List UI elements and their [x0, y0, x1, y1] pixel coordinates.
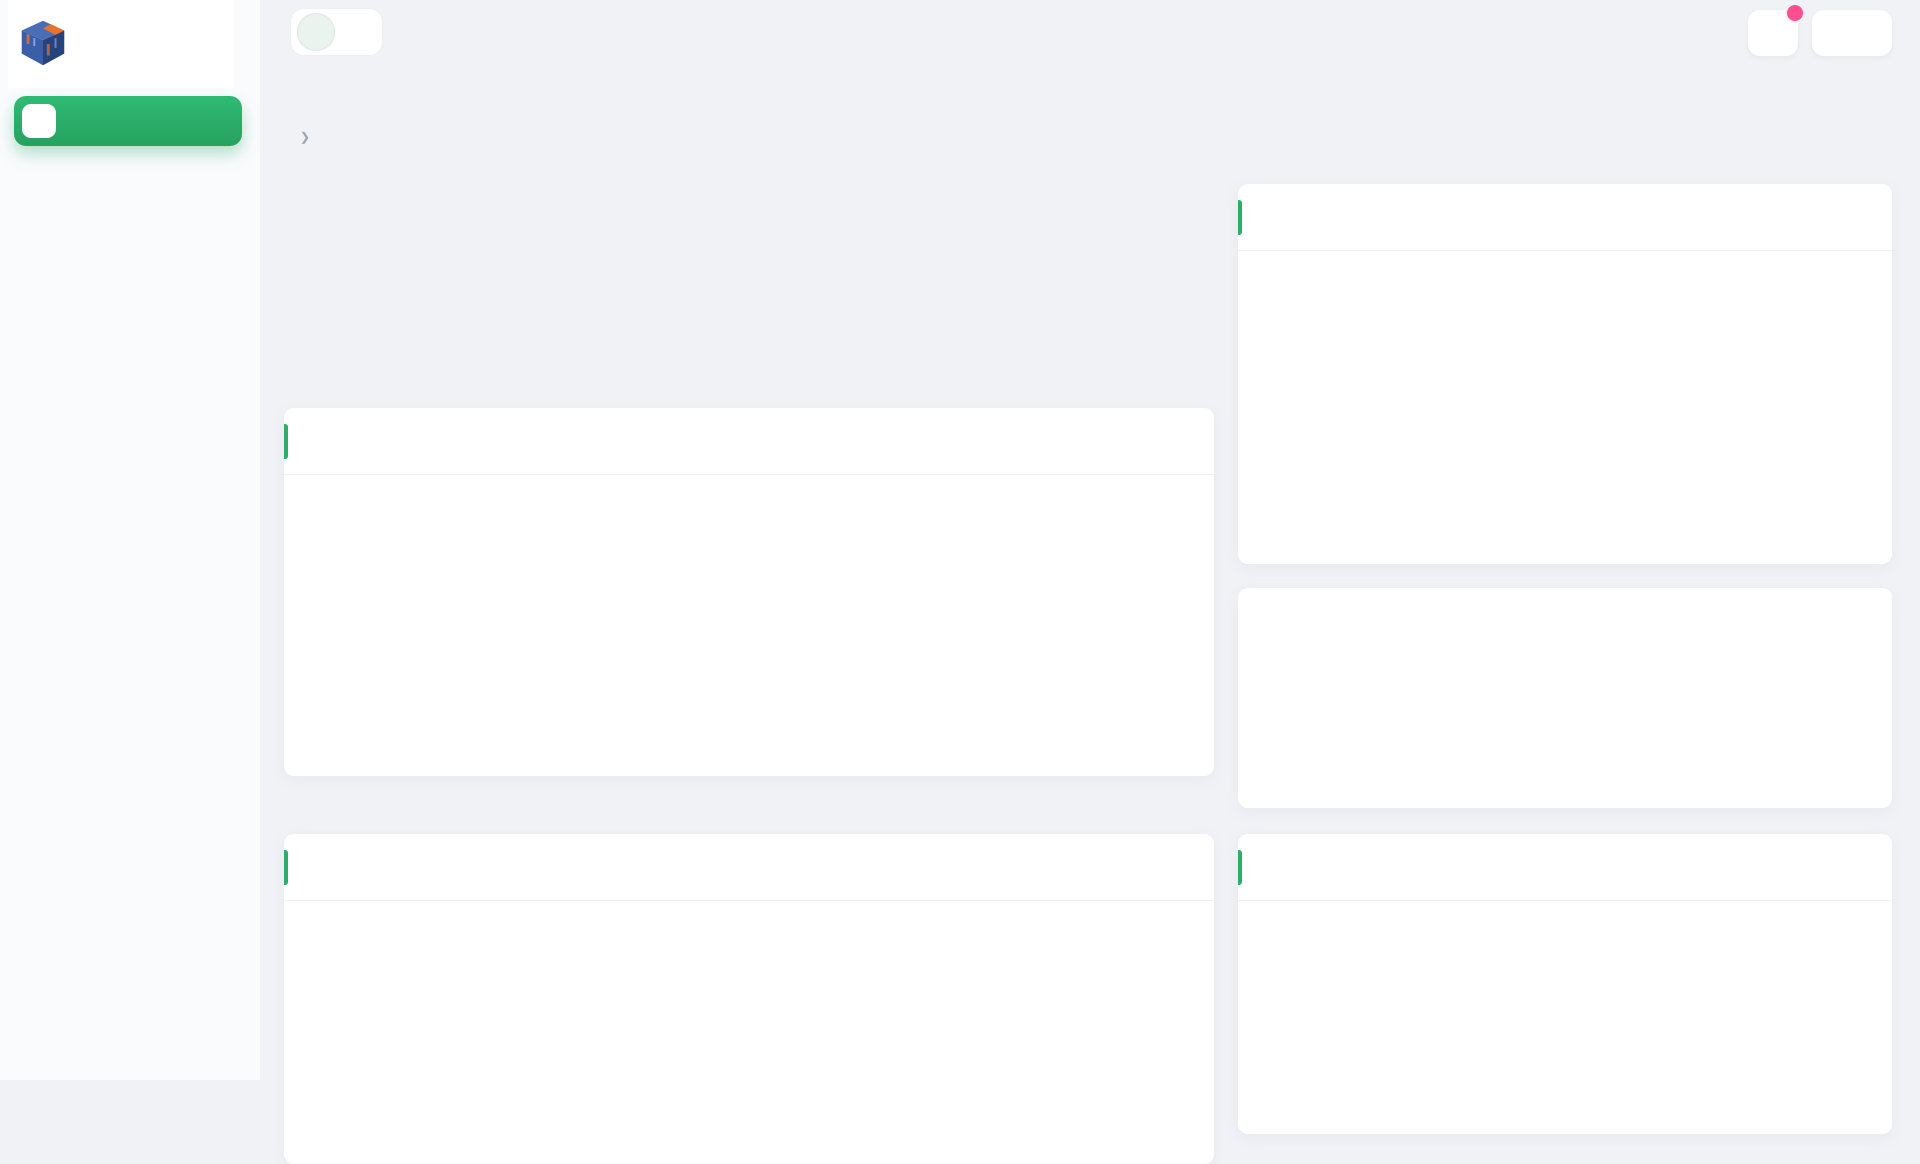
card-header: [284, 834, 1214, 901]
income-vs-expense-card: [1238, 588, 1892, 808]
chevron-down-icon: [355, 26, 368, 39]
company-switcher[interactable]: [290, 8, 383, 56]
chat-badge: [1785, 3, 1805, 23]
card-header: [284, 408, 1214, 475]
income-by-category-donut-chart: [1412, 922, 1562, 1072]
breadcrumb: ❯: [290, 130, 320, 144]
language-selector[interactable]: [1812, 10, 1892, 56]
card-header: [1238, 834, 1892, 901]
account-balance-card: [284, 408, 1214, 776]
messages-button[interactable]: [1748, 3, 1805, 56]
cube-logo-icon: [21, 20, 65, 66]
donut-hole: [1433, 943, 1541, 1051]
sidebar-item-dashboard[interactable]: [14, 96, 242, 146]
brand-logo[interactable]: [8, 0, 234, 88]
income-expense-card: [284, 834, 1214, 1164]
income-expense-bar-chart: [296, 902, 1202, 1162]
card-header: [1238, 184, 1892, 251]
chevron-down-icon: [214, 114, 228, 128]
breadcrumb-separator-icon: ❯: [300, 130, 311, 144]
cashflow-area-chart: [1250, 266, 1880, 556]
main-content: ❯: [260, 0, 1920, 1164]
topbar-actions: [1748, 3, 1892, 56]
income-vs-expense-tiles: [1238, 613, 1892, 631]
home-icon: [22, 104, 56, 138]
card-title: [1238, 588, 1892, 613]
income-by-category-card: [1238, 834, 1892, 1134]
app: ❯: [0, 0, 1920, 1164]
sidebar: [0, 0, 260, 1080]
cashflow-card: [1238, 184, 1892, 564]
chevron-down-icon: [1864, 27, 1877, 40]
globe-icon: [1827, 23, 1848, 44]
avatar: [297, 13, 335, 51]
